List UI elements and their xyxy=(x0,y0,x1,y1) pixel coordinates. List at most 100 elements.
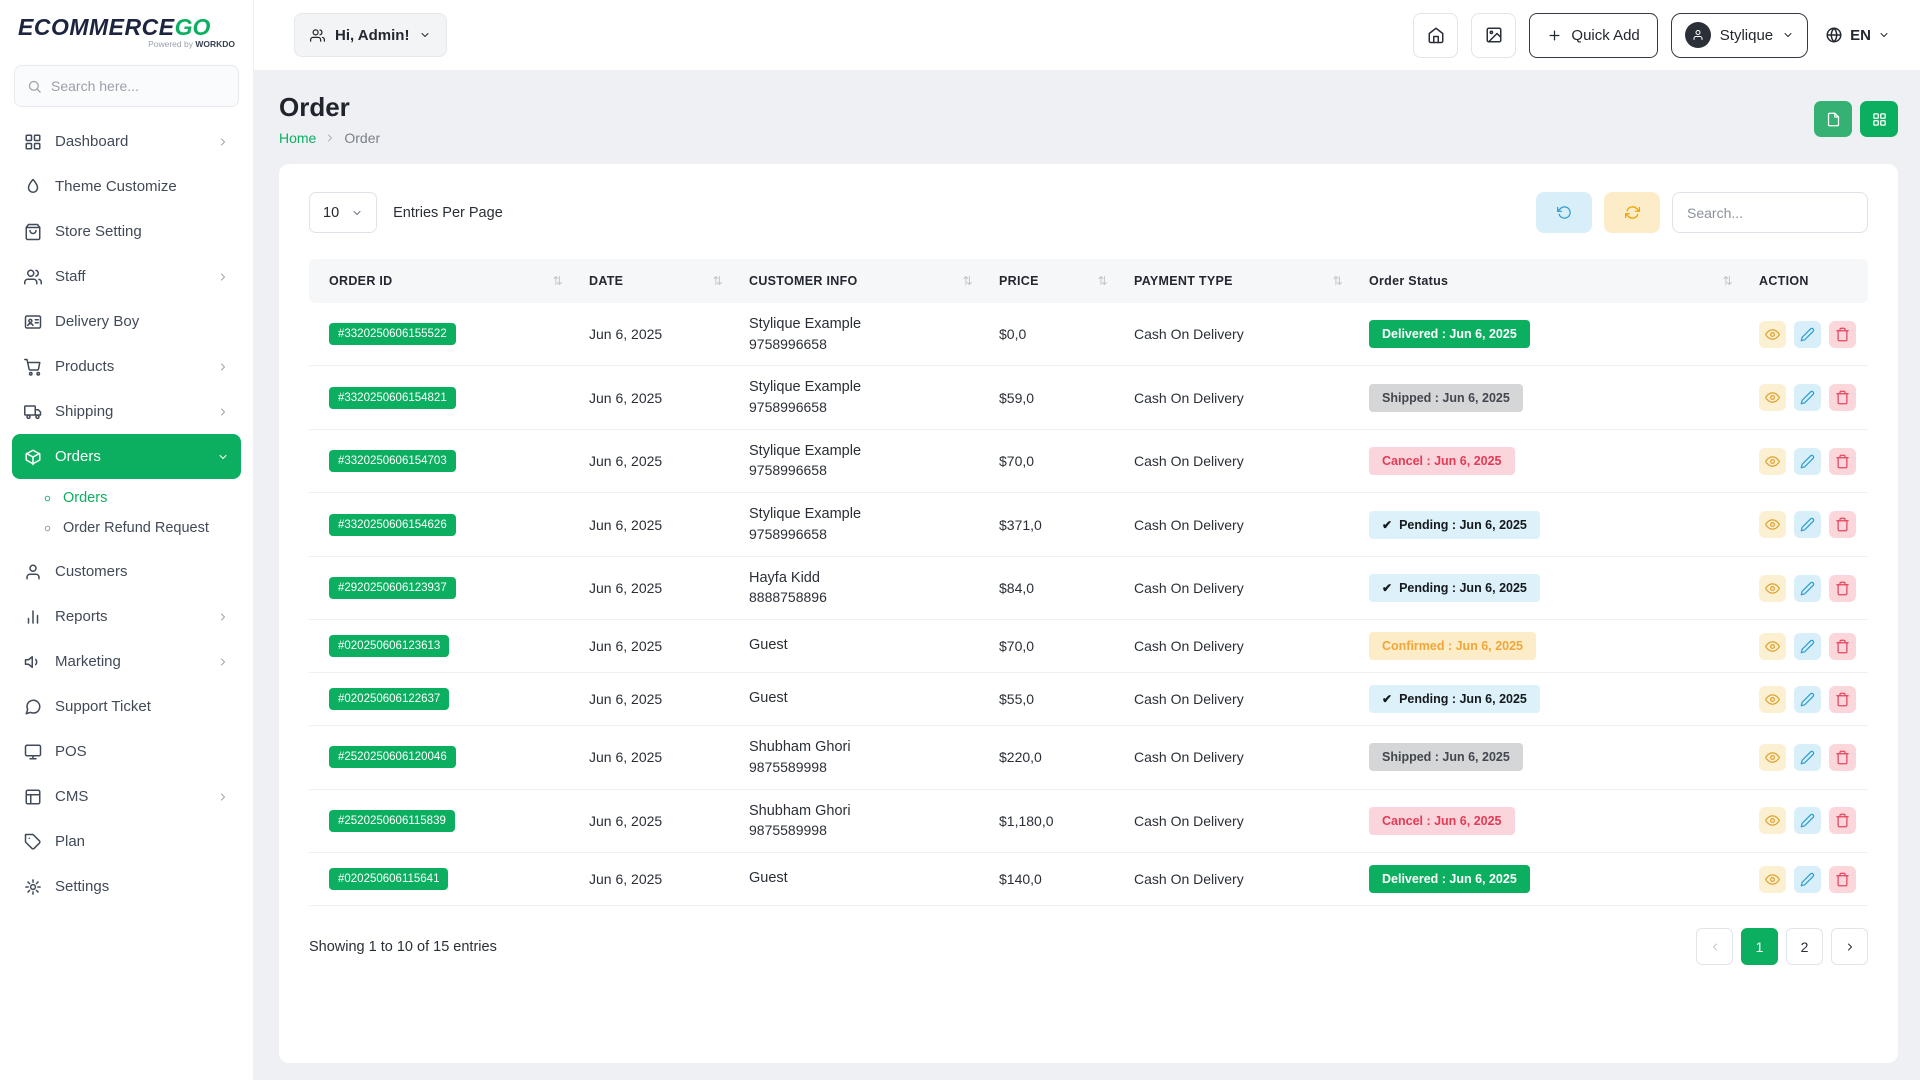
sidebar-item-store-setting[interactable]: Store Setting xyxy=(12,209,241,254)
view-button[interactable] xyxy=(1759,321,1786,348)
sidebar-item-label: Orders xyxy=(55,448,101,465)
refresh-button[interactable] xyxy=(1604,192,1660,233)
order-id-badge[interactable]: #3320250606155522 xyxy=(329,323,456,345)
column-header-customer-info[interactable]: CUSTOMER INFO⇅ xyxy=(739,259,989,303)
column-header-date[interactable]: DATE⇅ xyxy=(579,259,739,303)
sidebar-item-dashboard[interactable]: Dashboard xyxy=(12,119,241,164)
edit-button[interactable] xyxy=(1794,321,1821,348)
sidebar-item-products[interactable]: Products xyxy=(12,344,241,389)
view-button[interactable] xyxy=(1759,384,1786,411)
grid-view-button[interactable] xyxy=(1860,101,1898,137)
undo-icon xyxy=(1557,205,1572,220)
pencil-icon xyxy=(1800,639,1815,654)
pagination-prev-button[interactable] xyxy=(1696,928,1733,965)
order-id-badge[interactable]: #2920250606123937 xyxy=(329,577,456,599)
quick-add-button[interactable]: Quick Add xyxy=(1529,13,1657,58)
sidebar-item-delivery-boy[interactable]: Delivery Boy xyxy=(12,299,241,344)
sidebar-item-theme-customize[interactable]: Theme Customize xyxy=(12,164,241,209)
order-id-badge[interactable]: #3320250606154626 xyxy=(329,514,456,536)
breadcrumb-home-link[interactable]: Home xyxy=(279,130,316,146)
order-id-badge[interactable]: #020250606122637 xyxy=(329,688,449,710)
sidebar-item-marketing[interactable]: Marketing xyxy=(12,639,241,684)
column-header-order-status[interactable]: Order Status⇅ xyxy=(1359,259,1749,303)
pagination-page-1[interactable]: 1 xyxy=(1741,928,1778,965)
media-button[interactable] xyxy=(1471,13,1516,58)
delete-button[interactable] xyxy=(1829,511,1856,538)
column-header-order-id[interactable]: ORDER ID⇅ xyxy=(309,259,579,303)
order-price: $59,0 xyxy=(989,366,1124,429)
sidebar-item-label: Products xyxy=(55,358,114,375)
delete-button[interactable] xyxy=(1829,744,1856,771)
sidebar-subitem-orders[interactable]: Orders xyxy=(42,483,241,513)
sidebar-item-pos[interactable]: POS xyxy=(12,729,241,774)
delete-button[interactable] xyxy=(1829,866,1856,893)
edit-button[interactable] xyxy=(1794,807,1821,834)
edit-button[interactable] xyxy=(1794,511,1821,538)
sidebar-item-shipping[interactable]: Shipping xyxy=(12,389,241,434)
edit-button[interactable] xyxy=(1794,744,1821,771)
store-switcher-button[interactable]: Stylique xyxy=(1671,13,1808,58)
delete-button[interactable] xyxy=(1829,384,1856,411)
order-date: Jun 6, 2025 xyxy=(579,556,739,619)
customer-info: Stylique Example9758996658 xyxy=(739,366,989,429)
sidebar-item-orders[interactable]: Orders xyxy=(12,434,241,479)
sidebar-item-cms[interactable]: CMS xyxy=(12,774,241,819)
pencil-icon xyxy=(1800,813,1815,828)
chevron-down-icon xyxy=(351,207,363,219)
order-id-badge[interactable]: #3320250606154703 xyxy=(329,450,456,472)
order-id-badge[interactable]: #020250606123613 xyxy=(329,635,449,657)
order-id-badge[interactable]: #2520250606115839 xyxy=(329,810,455,832)
view-button[interactable] xyxy=(1759,744,1786,771)
sidebar-subitem-order-refund-request[interactable]: Order Refund Request xyxy=(42,513,241,543)
check-icon: ✔ xyxy=(1382,692,1392,706)
sidebar-item-settings[interactable]: Settings xyxy=(12,864,241,909)
view-button[interactable] xyxy=(1759,866,1786,893)
language-selector[interactable]: EN xyxy=(1821,26,1894,44)
view-button[interactable] xyxy=(1759,633,1786,660)
sidebar-item-label: Marketing xyxy=(55,653,121,670)
brand-logo[interactable]: ECOMMERCEGO Powered by WORKDO xyxy=(0,0,253,53)
view-button[interactable] xyxy=(1759,807,1786,834)
sidebar-item-customers[interactable]: Customers xyxy=(12,549,241,594)
payment-type: Cash On Delivery xyxy=(1124,853,1359,906)
sidebar-item-staff[interactable]: Staff xyxy=(12,254,241,299)
delete-button[interactable] xyxy=(1829,321,1856,348)
edit-button[interactable] xyxy=(1794,384,1821,411)
pagination-page-2[interactable]: 2 xyxy=(1786,928,1823,965)
delete-button[interactable] xyxy=(1829,807,1856,834)
undo-button[interactable] xyxy=(1536,192,1592,233)
delete-button[interactable] xyxy=(1829,448,1856,475)
view-button[interactable] xyxy=(1759,575,1786,602)
delete-button[interactable] xyxy=(1829,575,1856,602)
edit-button[interactable] xyxy=(1794,633,1821,660)
edit-button[interactable] xyxy=(1794,866,1821,893)
delete-button[interactable] xyxy=(1829,633,1856,660)
order-id-badge[interactable]: #3320250606154821 xyxy=(329,387,456,409)
customer-info: Shubham Ghori9875589998 xyxy=(739,789,989,852)
eye-icon xyxy=(1765,813,1780,828)
order-id-badge[interactable]: #020250606115641 xyxy=(329,868,448,890)
view-button[interactable] xyxy=(1759,511,1786,538)
edit-button[interactable] xyxy=(1794,448,1821,475)
delete-button[interactable] xyxy=(1829,686,1856,713)
edit-button[interactable] xyxy=(1794,686,1821,713)
edit-button[interactable] xyxy=(1794,575,1821,602)
pagination-next-button[interactable] xyxy=(1831,928,1868,965)
sidebar-item-support-ticket[interactable]: Support Ticket xyxy=(12,684,241,729)
sidebar-subitem-label: Order Refund Request xyxy=(63,520,209,536)
admin-menu-button[interactable]: Hi, Admin! xyxy=(294,13,447,57)
entries-per-page-select[interactable]: 10 xyxy=(309,192,377,233)
payment-type: Cash On Delivery xyxy=(1124,556,1359,619)
column-header-payment-type[interactable]: PAYMENT TYPE⇅ xyxy=(1124,259,1359,303)
table-search-input[interactable] xyxy=(1672,192,1868,233)
sidebar-item-plan[interactable]: Plan xyxy=(12,819,241,864)
view-button[interactable] xyxy=(1759,448,1786,475)
sidebar-search-input[interactable] xyxy=(51,78,226,94)
export-button[interactable] xyxy=(1814,101,1852,137)
home-button[interactable] xyxy=(1413,13,1458,58)
column-header-price[interactable]: PRICE⇅ xyxy=(989,259,1124,303)
view-button[interactable] xyxy=(1759,686,1786,713)
order-id-badge[interactable]: #2520250606120046 xyxy=(329,746,456,768)
pencil-icon xyxy=(1800,517,1815,532)
sidebar-item-reports[interactable]: Reports xyxy=(12,594,241,639)
